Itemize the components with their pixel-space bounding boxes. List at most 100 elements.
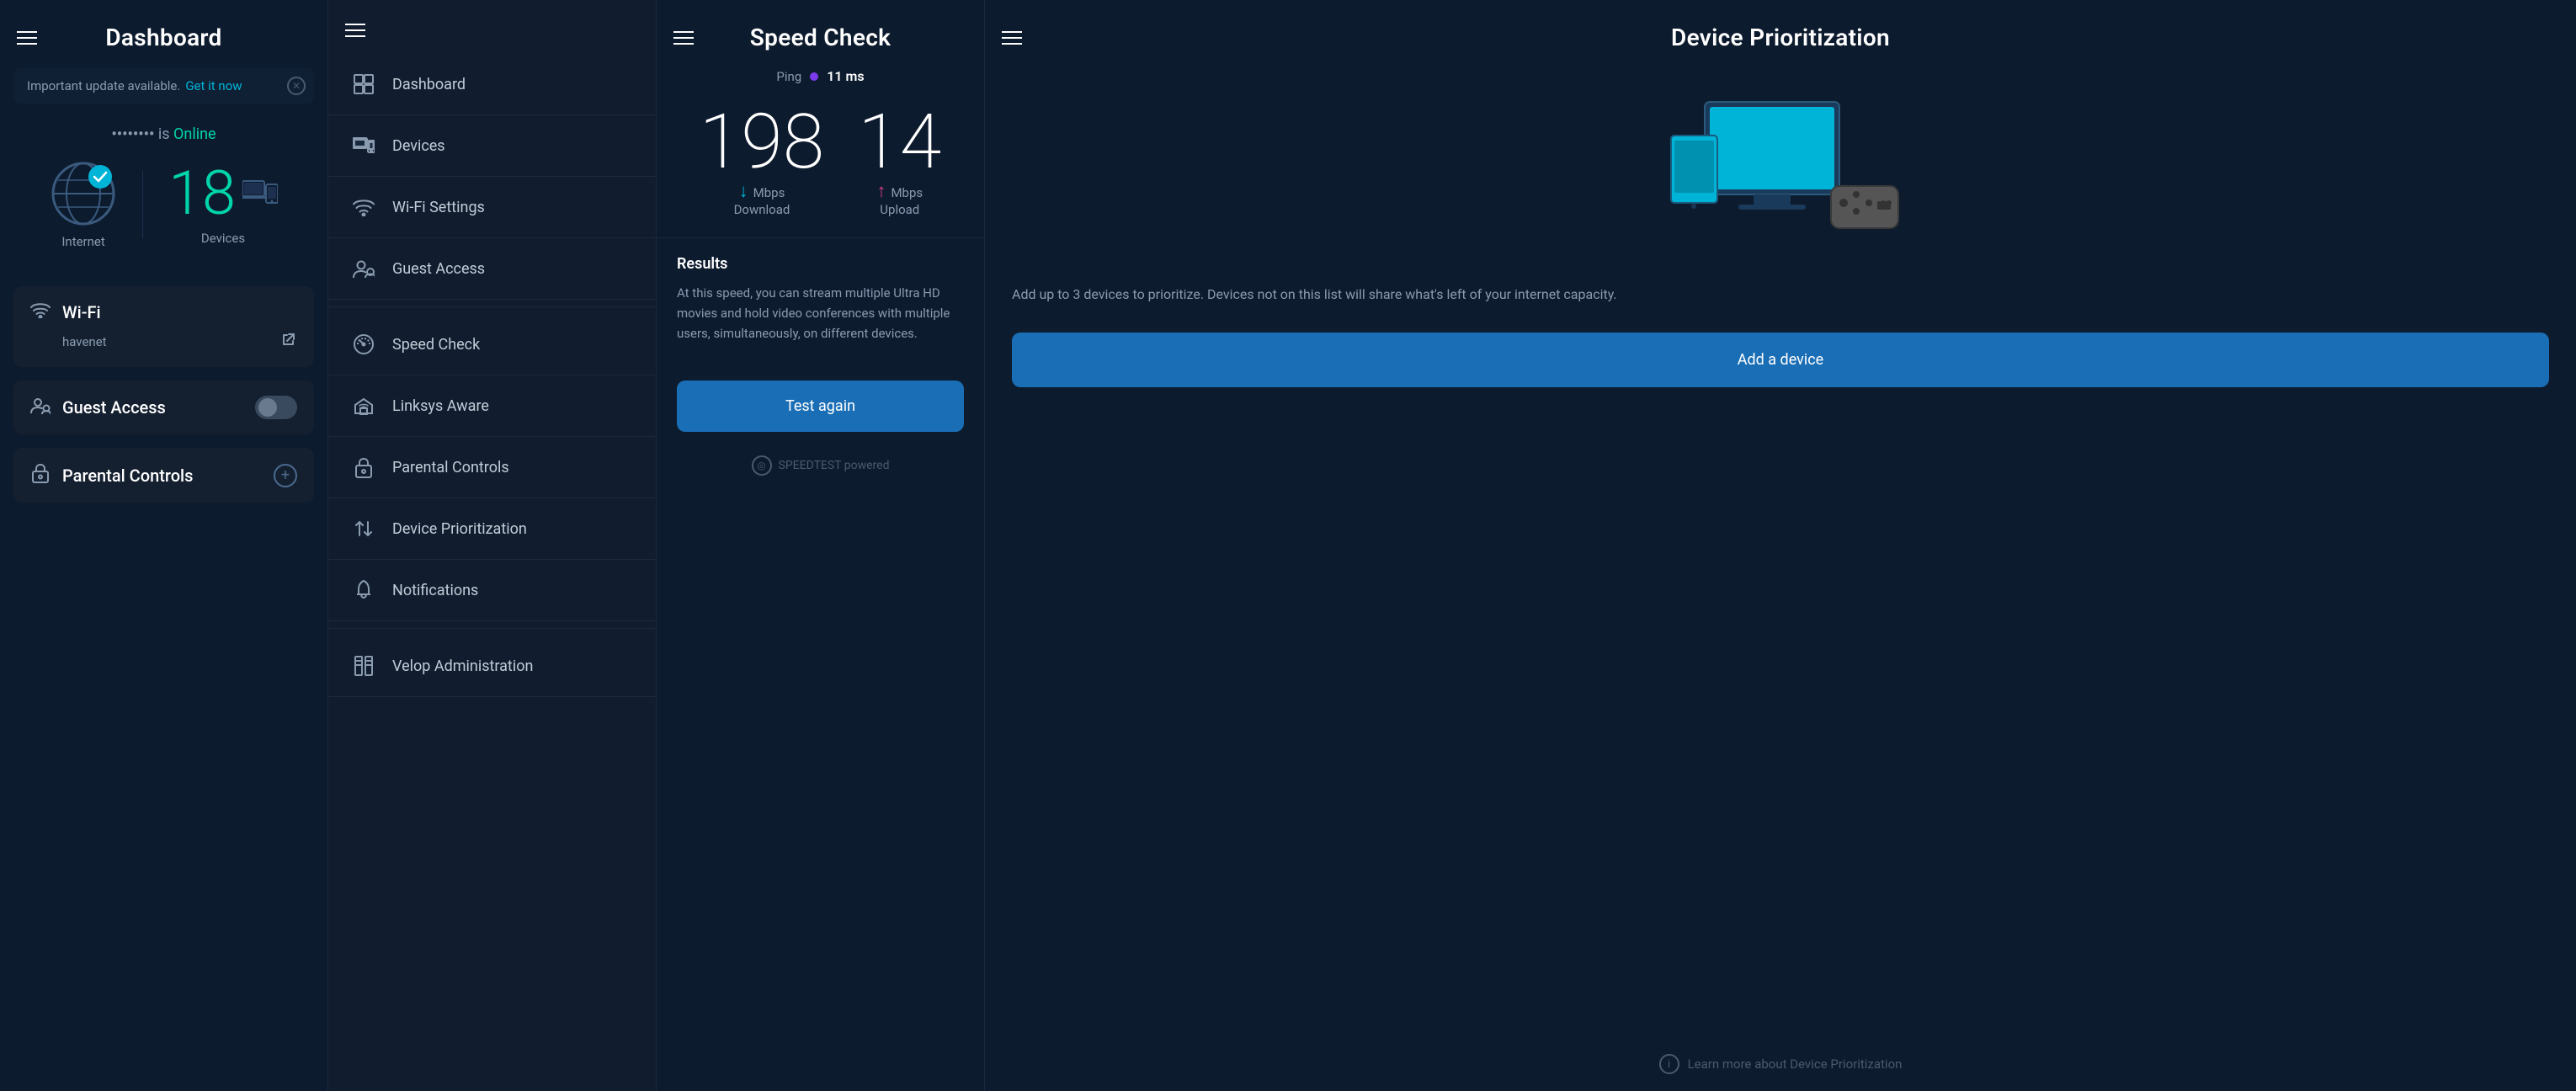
ping-value: 11 ms (827, 68, 864, 84)
nav-item-speedcheck[interactable]: Speed Check (328, 314, 656, 375)
router-name: •••••••• (111, 125, 154, 143)
upload-label: Upload (880, 202, 919, 217)
nav-divider-2 (328, 628, 656, 629)
speed-menu-icon[interactable] (673, 31, 694, 45)
speedtest-logo: ◎ (752, 455, 772, 476)
nav-velop-label: Velop Administration (392, 657, 533, 675)
ping-label: Ping (776, 69, 801, 84)
nav-parental-label: Parental Controls (392, 459, 509, 476)
speed-check-panel: Speed Check Ping 11 ms 198 ↓ Mbps Downlo… (657, 0, 985, 1091)
speedtest-brand: ◎ SPEEDTEST powered (657, 445, 984, 486)
close-button[interactable]: ✕ (287, 77, 306, 95)
status-area: •••••••• is Online (0, 117, 327, 279)
nav-guest-icon (349, 253, 379, 284)
nav-aware-label: Linksys Aware (392, 397, 489, 415)
download-arrow-row: ↓ Mbps (739, 180, 785, 202)
nav-velop-icon (349, 651, 379, 681)
nav-speed-label: Speed Check (392, 336, 480, 354)
upload-arrow-icon: ↑ (876, 180, 886, 202)
download-arrow-icon: ↓ (739, 180, 748, 202)
device-desc-text: Add up to 3 devices to prioritize. Devic… (1012, 286, 1617, 302)
nav-item-devices[interactable]: Devices (328, 115, 656, 177)
nav-item-parental[interactable]: Parental Controls (328, 437, 656, 498)
test-again-label: Test again (785, 397, 855, 415)
nav-devices-label: Devices (392, 137, 445, 155)
nav-menu-icon[interactable] (345, 24, 365, 37)
dashboard-title: Dashboard (105, 24, 221, 51)
wifi-network-name: havenet (62, 334, 280, 349)
device-prioritization-panel: Device Prioritization Add up to 3 (985, 0, 2576, 1091)
nav-notifications-label: Notifications (392, 582, 478, 599)
wifi-title: Wi-Fi (62, 302, 297, 322)
info-icon: i (1659, 1054, 1679, 1074)
upload-unit: Mbps (891, 185, 923, 200)
nav-item-dashboard[interactable]: Dashboard (328, 54, 656, 115)
nav-devices-icon (349, 130, 379, 161)
globe-icon (50, 160, 117, 227)
test-again-button[interactable]: Test again (677, 381, 964, 432)
learn-more-text[interactable]: Learn more about Device Prioritization (1688, 1056, 1903, 1072)
speed-numbers: 198 ↓ Mbps Download 14 ↑ Mbps Upload (657, 104, 984, 237)
devices-label: Devices (201, 231, 245, 246)
nav-priority-label: Device Prioritization (392, 520, 527, 538)
nav-wifi-icon (349, 192, 379, 222)
nav-item-wifi[interactable]: Wi-Fi Settings (328, 177, 656, 238)
wifi-icon (30, 301, 51, 322)
menu-icon[interactable] (17, 31, 37, 45)
nav-divider-1 (328, 306, 656, 307)
device-illustration (985, 68, 2576, 270)
parental-controls-card[interactable]: Parental Controls + (13, 448, 314, 503)
speedtest-brand-text: SPEEDTEST powered (779, 459, 890, 472)
nav-item-guest[interactable]: Guest Access (328, 238, 656, 300)
download-label: Download (734, 202, 790, 217)
ping-row: Ping 11 ms (657, 68, 984, 84)
nav-item-notifications[interactable]: Notifications (328, 560, 656, 621)
device-description: Add up to 3 devices to prioritize. Devic… (985, 270, 2576, 319)
nav-item-velop[interactable]: Velop Administration (328, 636, 656, 697)
guest-access-card[interactable]: Guest Access (13, 381, 314, 434)
status-icons: Internet 18 (17, 160, 311, 249)
device-header: Device Prioritization (985, 0, 2576, 68)
download-value: 198 (700, 104, 825, 180)
results-text: At this speed, you can stream multiple U… (677, 283, 964, 343)
upload-arrow-row: ↑ Mbps (876, 180, 923, 202)
update-link[interactable]: Get it now (185, 78, 242, 93)
guest-access-title: Guest Access (62, 397, 255, 418)
results-section: Results At this speed, you can stream mu… (657, 237, 984, 360)
add-device-button[interactable]: Add a device (1012, 333, 2549, 387)
online-label: Online (173, 125, 216, 143)
nav-speed-icon (349, 329, 379, 359)
download-speed: 198 ↓ Mbps Download (700, 104, 825, 217)
toggle-knob (258, 398, 277, 417)
nav-item-aware[interactable]: Linksys Aware (328, 375, 656, 437)
upload-speed: 14 ↑ Mbps Upload (858, 104, 941, 217)
devices-icon (242, 178, 278, 210)
dashboard-panel: Dashboard Important update available. Ge… (0, 0, 328, 1091)
guest-icon (30, 396, 51, 419)
external-link-icon[interactable] (280, 331, 297, 352)
internet-status: Internet (50, 160, 117, 249)
guest-toggle[interactable] (255, 396, 297, 419)
device-menu-icon[interactable] (1002, 31, 1022, 45)
nav-parental-icon (349, 452, 379, 482)
is-label: is (158, 125, 170, 143)
parental-icon (30, 463, 51, 487)
learn-more-row: i Learn more about Device Prioritization (985, 1037, 2576, 1091)
nav-aware-icon (349, 391, 379, 421)
results-title: Results (677, 255, 964, 273)
nav-guest-label: Guest Access (392, 260, 485, 278)
parental-controls-title: Parental Controls (62, 466, 274, 486)
wifi-card[interactable]: Wi-Fi havenet (13, 286, 314, 367)
device-title: Device Prioritization (1671, 24, 1890, 51)
update-text: Important update available. (27, 78, 180, 93)
add-parental-button[interactable]: + (274, 464, 297, 487)
speed-title: Speed Check (750, 24, 891, 51)
download-unit: Mbps (753, 185, 785, 200)
navigation-panel: Dashboard Devices Wi-Fi Settings (328, 0, 657, 1091)
device-count: 18 (168, 163, 236, 224)
nav-item-prioritization[interactable]: Device Prioritization (328, 498, 656, 560)
upload-value: 14 (858, 104, 941, 180)
nav-priority-icon (349, 514, 379, 544)
wifi-name-row: havenet (30, 331, 297, 352)
nav-dashboard-icon (349, 69, 379, 99)
